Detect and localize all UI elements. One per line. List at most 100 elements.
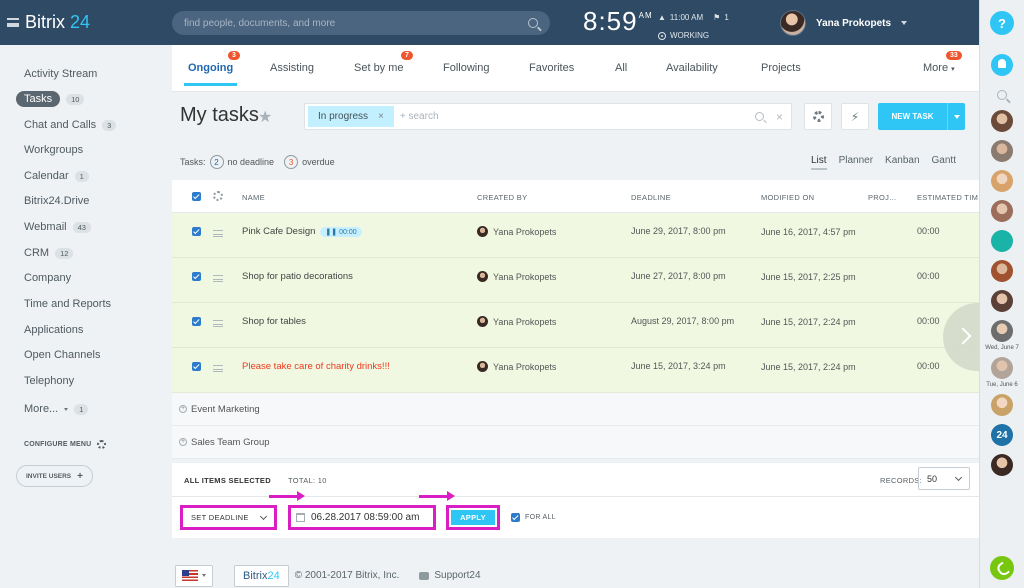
global-search[interactable] <box>172 11 550 35</box>
star-icon[interactable]: ★ <box>258 107 272 127</box>
user-menu[interactable]: Yana Prokopets <box>780 10 908 36</box>
drag-handle-icon[interactable] <box>213 275 223 282</box>
nav-item-calendar[interactable]: Calendar 1 <box>24 168 89 184</box>
clear-icon[interactable]: × <box>776 110 783 124</box>
timer-badge[interactable]: ❚❚ 00:00 <box>320 226 362 237</box>
row-checkbox[interactable] <box>192 227 201 236</box>
calendar-icon[interactable] <box>296 513 305 522</box>
deadline-input[interactable] <box>311 512 427 523</box>
column-deadline[interactable]: DEADLINE <box>631 193 671 202</box>
table-row[interactable]: Shop for tables Yana Prokopets August 29… <box>172 303 979 348</box>
drag-handle-icon[interactable] <box>213 320 223 327</box>
nav-item-telephony[interactable]: Telephony <box>24 373 74 389</box>
deadline-field[interactable] <box>288 505 436 530</box>
nav-item-tasks[interactable]: Tasks 10 <box>16 91 85 107</box>
task-name[interactable]: Please take care of charity drinks!!! <box>242 361 390 372</box>
nav-item-open-channels[interactable]: Open Channels <box>24 347 100 363</box>
drag-handle-icon[interactable] <box>213 365 223 372</box>
no-deadline-label[interactable]: no deadline <box>228 157 275 167</box>
language-select[interactable] <box>175 564 213 587</box>
view-planner[interactable]: Planner <box>839 155 873 170</box>
apply-button[interactable]: APPLY <box>446 505 500 530</box>
tab-assisting[interactable]: Assisting <box>270 62 314 74</box>
task-deadline[interactable]: June 15, 2017, 3:24 pm <box>631 361 726 371</box>
column-estimated-time[interactable]: ESTIMATED TIM <box>917 193 978 202</box>
row-checkbox[interactable] <box>192 272 201 281</box>
tab-all[interactable]: All <box>615 62 627 74</box>
close-icon[interactable]: × <box>378 111 384 122</box>
expand-icon[interactable]: + <box>179 438 187 446</box>
table-row[interactable]: Pink Cafe Design ❚❚ 00:00 Yana Prokopets… <box>172 213 979 258</box>
support-link[interactable]: Support24 <box>419 570 481 581</box>
no-deadline-count[interactable]: 2 <box>209 155 224 169</box>
task-creator[interactable]: Yana Prokopets <box>477 361 556 372</box>
table-row[interactable]: Please take care of charity drinks!!! Ya… <box>172 348 979 393</box>
nav-item-crm[interactable]: CRM 12 <box>24 245 74 261</box>
contact-avatar[interactable] <box>991 200 1013 222</box>
nav-item-activity-stream[interactable]: Activity Stream <box>24 66 97 82</box>
tab-ongoing[interactable]: Ongoing <box>183 62 238 86</box>
nav-item-webmail[interactable]: Webmail 43 <box>24 219 91 235</box>
contact-avatar[interactable] <box>991 140 1013 162</box>
contacts-search-icon[interactable] <box>997 90 1007 100</box>
overdue-count[interactable]: 3 <box>284 155 299 169</box>
tab-more[interactable]: More ▾ <box>923 62 955 74</box>
column-created-by[interactable]: CREATED BY <box>477 193 527 202</box>
new-task-button[interactable]: NEW TASK <box>878 103 965 130</box>
nav-item-drive[interactable]: Bitrix24.Drive <box>24 193 89 209</box>
task-name[interactable]: Shop for patio decorations <box>242 271 353 282</box>
contact-avatar[interactable] <box>991 110 1013 132</box>
column-modified-on[interactable]: MODIFIED ON <box>761 193 814 202</box>
column-project[interactable]: PROJ... <box>868 193 896 202</box>
nav-item-applications[interactable]: Applications <box>24 322 83 338</box>
contact-avatar[interactable] <box>991 320 1013 342</box>
contact-avatar[interactable] <box>991 170 1013 192</box>
tab-availability[interactable]: Availability <box>666 62 718 74</box>
contact-avatar[interactable] <box>991 290 1013 312</box>
column-name[interactable]: NAME <box>242 193 265 202</box>
task-name[interactable]: Shop for tables <box>242 316 306 327</box>
configure-menu[interactable]: CONFIGURE MENU <box>24 440 107 449</box>
task-creator[interactable]: Yana Prokopets <box>477 316 556 327</box>
task-group[interactable]: + Sales Team Group <box>172 426 979 459</box>
task-deadline[interactable]: June 29, 2017, 8:00 pm <box>631 226 726 236</box>
settings-button[interactable] <box>804 103 832 130</box>
task-creator[interactable]: Yana Prokopets <box>477 226 556 237</box>
tab-favorites[interactable]: Favorites <box>529 62 574 74</box>
contact-avatar[interactable] <box>991 357 1013 379</box>
set-deadline-select[interactable]: SET DEADLINE <box>180 505 277 530</box>
for-all-checkbox[interactable]: FOR ALL <box>511 513 556 522</box>
tab-projects[interactable]: Projects <box>761 62 801 74</box>
nav-item-more[interactable]: More... 1 <box>24 401 89 417</box>
invite-users-button[interactable]: INVITE USERS + <box>16 465 93 487</box>
view-kanban[interactable]: Kanban <box>885 155 919 170</box>
drag-handle-icon[interactable] <box>213 230 223 237</box>
tab-following[interactable]: Following <box>443 62 489 74</box>
notifications-icon[interactable] <box>991 54 1013 76</box>
tab-set-by-me[interactable]: Set by me <box>354 62 404 74</box>
row-checkbox[interactable] <box>192 317 201 326</box>
logo[interactable]: Bitrix 24 <box>0 12 172 33</box>
new-task-dropdown[interactable] <box>947 103 965 130</box>
contact-avatar[interactable] <box>991 454 1013 476</box>
contact-avatar[interactable] <box>991 394 1013 416</box>
task-deadline[interactable]: August 29, 2017, 8:00 pm <box>631 316 734 326</box>
task-name[interactable]: Pink Cafe Design ❚❚ 00:00 <box>242 226 362 237</box>
nav-item-time-and-reports[interactable]: Time and Reports <box>24 296 111 312</box>
checkbox-icon[interactable] <box>511 513 520 522</box>
search-icon[interactable] <box>754 112 764 121</box>
nav-item-chat-and-calls[interactable]: Chat and Calls 3 <box>24 117 117 133</box>
select-all-checkbox[interactable] <box>192 192 201 201</box>
phone-icon[interactable] <box>990 556 1014 580</box>
contact-avatar[interactable] <box>991 260 1013 282</box>
row-checkbox[interactable] <box>192 362 201 371</box>
task-filter[interactable]: In progress × × <box>304 103 792 130</box>
search-icon[interactable] <box>528 18 538 28</box>
nav-item-company[interactable]: Company <box>24 270 71 286</box>
filter-search-input[interactable] <box>399 111 755 122</box>
table-row[interactable]: Shop for patio decorations Yana Prokopet… <box>172 258 979 303</box>
contact-avatar[interactable] <box>991 230 1013 252</box>
bitrix24-icon[interactable]: 24 <box>991 424 1013 446</box>
task-group[interactable]: + Event Marketing <box>172 393 979 426</box>
task-creator[interactable]: Yana Prokopets <box>477 271 556 282</box>
